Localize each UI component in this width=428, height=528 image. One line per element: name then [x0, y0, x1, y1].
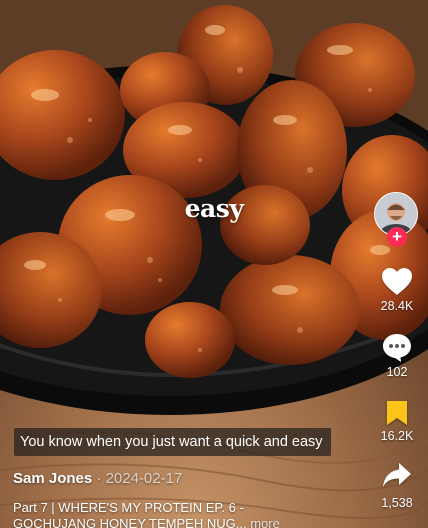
- author-row: Sam Jones · 2024-02-17: [13, 470, 182, 487]
- video-feed-screen: easy + 28.4K 102 16.2K 1,538 You know wh…: [0, 0, 428, 528]
- follow-button[interactable]: +: [387, 227, 407, 247]
- description-line-2: GOCHUJANG HONEY TEMPEH NUG...: [13, 516, 247, 528]
- video-description[interactable]: Part 7 | WHERE'S MY PROTEIN EP. 6 - GOCH…: [13, 500, 343, 528]
- save-count: 16.2K: [380, 429, 414, 443]
- comment-button[interactable]: 102: [372, 332, 422, 379]
- author-name[interactable]: Sam Jones: [13, 470, 92, 487]
- share-arrow-icon: [383, 463, 411, 487]
- save-button[interactable]: 16.2K: [372, 399, 422, 443]
- heart-icon: [382, 268, 412, 295]
- video-caption-box: You know when you just want a quick and …: [14, 428, 331, 456]
- comment-count: 102: [386, 365, 408, 379]
- post-date: 2024-02-17: [105, 470, 183, 487]
- share-count: 1,538: [381, 496, 413, 510]
- author-avatar-button[interactable]: +: [374, 192, 418, 247]
- comment-bubble-icon: [383, 334, 411, 362]
- like-button[interactable]: 28.4K: [372, 267, 422, 313]
- share-button[interactable]: 1,538: [372, 460, 422, 510]
- post-date-separator: ·: [92, 470, 106, 487]
- description-line-1: Part 7 | WHERE'S MY PROTEIN EP. 6 -: [13, 500, 244, 515]
- bookmark-icon: [387, 401, 407, 425]
- like-count: 28.4K: [380, 299, 414, 313]
- video-overlay-text: easy: [184, 194, 244, 223]
- more-link[interactable]: more: [250, 516, 280, 528]
